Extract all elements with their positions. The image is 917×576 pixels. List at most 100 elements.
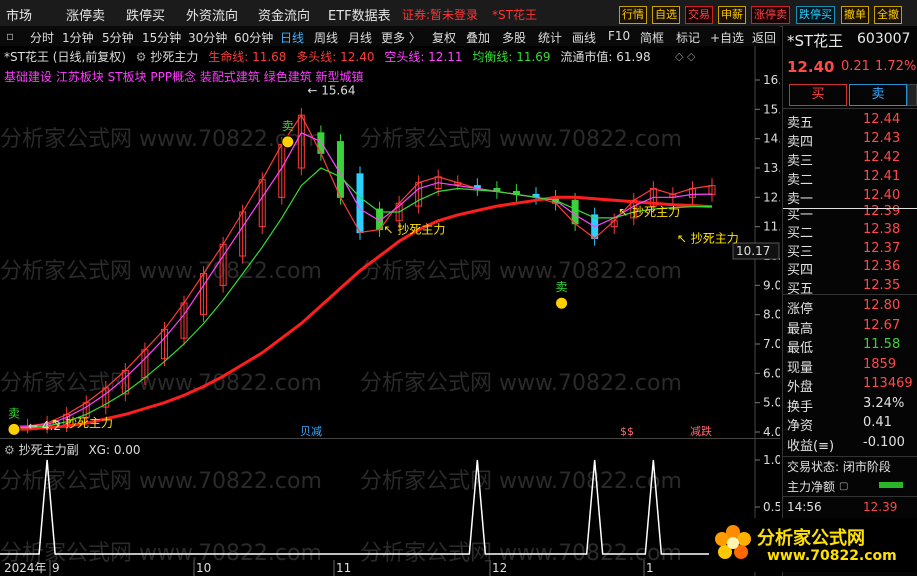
period-toolbar: ▫ 分时 1分钟 5分钟 15分钟 30分钟 60分钟 日线 周线 月线 更多 …: [0, 26, 780, 47]
subchart-title[interactable]: 抄死主力副: [19, 443, 79, 457]
bid-row-value: 12.39: [863, 204, 901, 219]
diamond-icon[interactable]: ◇ ◇: [675, 50, 695, 63]
watermark-text: 分析家公式网 www.70822.com: [360, 371, 682, 396]
watermark-text: 分析家公式网 www.70822.com: [360, 259, 682, 284]
signal-label: ↖ 抄死主力: [51, 416, 113, 430]
date-axis-label: 9: [52, 561, 60, 575]
quote-button[interactable]: 行情: [619, 6, 647, 24]
period-5min[interactable]: 5分钟: [102, 29, 134, 46]
limit-up-sell-button[interactable]: 涨停卖: [751, 6, 790, 24]
login-status[interactable]: 证券:暂未登录: [402, 6, 478, 23]
menu-etf[interactable]: ETF数据表: [328, 5, 391, 24]
event-label: 减跌: [690, 424, 712, 438]
logo-text: 分析家公式网: [757, 528, 865, 549]
stat-row-value: 0.41: [863, 415, 892, 430]
price-tick-label: 4.00: [763, 425, 780, 438]
buy-button[interactable]: 买: [789, 84, 847, 106]
quote-panel: *ST花王 603007 12.40 0.21 1.72% 买 卖 卖五 12.4…: [709, 26, 917, 576]
last-price-tag: 10.17: [736, 244, 770, 258]
sub-indicator-chart[interactable]: 分析家公式网 www.70822.com 分析家公式网 www.70822.com…: [0, 438, 780, 576]
period-weekly[interactable]: 周线: [314, 29, 338, 46]
sell-button[interactable]: 卖: [849, 84, 907, 106]
main-kline-chart[interactable]: 分析家公式网 www.70822.com 分析家公式网 www.70822.com…: [0, 46, 780, 438]
stock-tag[interactable]: *ST花王: [492, 6, 537, 23]
limit-down-buy-button[interactable]: 跌停买: [796, 6, 835, 24]
cancel-all-button[interactable]: 全撤: [874, 6, 902, 24]
ask-row-label: 卖五: [787, 116, 814, 131]
signal-label: ↖ 抄死主力: [618, 205, 680, 219]
menu-market[interactable]: 市场: [6, 5, 32, 24]
stat-row-label: 净资: [787, 419, 814, 434]
menu-limit-down-buy[interactable]: 跌停买: [126, 5, 165, 24]
ask-row-value: 12.41: [863, 169, 901, 184]
period-intraday[interactable]: 分时: [30, 29, 54, 46]
multi-stock-button[interactable]: 多股: [502, 29, 526, 46]
subchart-xg: XG: 0.00: [88, 443, 141, 457]
money-bag-icon: [7, 422, 21, 436]
chevron-left-icon[interactable]: ▫: [6, 29, 14, 43]
expand-icon[interactable]: ▢: [839, 481, 848, 492]
subchart-header: ⚙ 抄死主力副 XG: 0.00: [4, 441, 141, 458]
date-axis-label: 10: [196, 561, 211, 575]
stat-row-value: 12.80: [863, 298, 901, 313]
stats-button[interactable]: 统计: [538, 29, 562, 46]
bid-row-label: 买三: [787, 244, 814, 260]
trade-button[interactable]: 交易: [685, 6, 713, 24]
signal-label: ↖ 抄死主力: [677, 231, 739, 245]
back-button[interactable]: 返回: [752, 29, 776, 46]
stats-divider: [783, 294, 917, 295]
candle-body: [356, 173, 364, 234]
short-line-label: 空头线: 12.11: [384, 50, 463, 64]
period-daily[interactable]: 日线: [280, 29, 304, 46]
stock-name: *ST花王: [787, 32, 844, 50]
settings-icon[interactable]: ⚙: [136, 50, 147, 64]
menu-foreign-flow[interactable]: 外资流向: [186, 5, 238, 24]
current-price: 12.40: [787, 58, 835, 76]
date-axis-label: 2024年: [4, 561, 47, 575]
sell-signal-label: 卖: [282, 119, 294, 133]
bid-row-value: 12.38: [863, 222, 901, 238]
stat-row-label: 收益(≡): [787, 438, 835, 454]
market-cap: 流通市值: 61.98: [560, 50, 651, 64]
menu-limit-up-sell[interactable]: 涨停卖: [66, 5, 105, 24]
tick-divider: [783, 496, 917, 497]
event-label: $: [627, 425, 634, 438]
menu-capital-flow[interactable]: 资金流向: [258, 5, 310, 24]
bid-row-value: 12.37: [863, 240, 901, 256]
period-monthly[interactable]: 月线: [348, 29, 372, 46]
bid-row-label: 买二: [787, 226, 814, 242]
watchlist-button[interactable]: 自选: [652, 6, 680, 24]
f10-button[interactable]: F10: [608, 29, 630, 43]
bid-row-value: 12.36: [863, 259, 901, 275]
indicator-name[interactable]: 抄死主力: [150, 50, 198, 64]
ipo-button[interactable]: 申薪: [718, 6, 746, 24]
stat-row-value: 12.67: [863, 317, 901, 333]
logo-badge: 分析家公式网 www.70822.com: [709, 518, 916, 572]
watermark-text: 分析家公式网 www.70822.com: [360, 127, 682, 152]
price-tick-label: 15.00: [763, 102, 780, 116]
sub-settings-icon[interactable]: ⚙: [4, 443, 15, 457]
long-line-label: 多头线: 12.40: [296, 50, 375, 64]
period-30min[interactable]: 30分钟: [188, 29, 227, 46]
overlay-button[interactable]: 叠加: [466, 29, 490, 46]
period-60min[interactable]: 60分钟: [234, 29, 273, 46]
stat-row-label: 换手: [787, 399, 814, 415]
bid-row-label: 买四: [787, 263, 814, 279]
price-change-pct: 1.72%: [875, 59, 917, 74]
watermark-text: 分析家公式网 www.70822.com: [360, 469, 682, 494]
period-1min[interactable]: 1分钟: [62, 29, 94, 46]
add-watchlist-button[interactable]: +自选: [710, 29, 744, 46]
tick-time: 14:56: [787, 500, 822, 514]
mark-button[interactable]: 标记: [676, 29, 700, 46]
period-15min[interactable]: 15分钟: [142, 29, 181, 46]
draw-line-button[interactable]: 画线: [572, 29, 596, 46]
simple-frame-button[interactable]: 简框: [640, 29, 664, 46]
cancel-order-button[interactable]: 撤单: [841, 6, 869, 24]
adjust-button[interactable]: 复权: [432, 29, 456, 46]
panel-scrollbar[interactable]: [907, 84, 917, 106]
top-menu-bar: 市场 涨停卖 跌停买 外资流向 资金流向 ETF数据表 证券:暂未登录 *ST花…: [0, 0, 917, 27]
ask-row-value: 12.43: [863, 131, 901, 146]
logo-url: www.70822.com: [767, 548, 897, 564]
period-more[interactable]: 更多 〉: [381, 29, 421, 46]
panel-divider: [783, 108, 917, 109]
